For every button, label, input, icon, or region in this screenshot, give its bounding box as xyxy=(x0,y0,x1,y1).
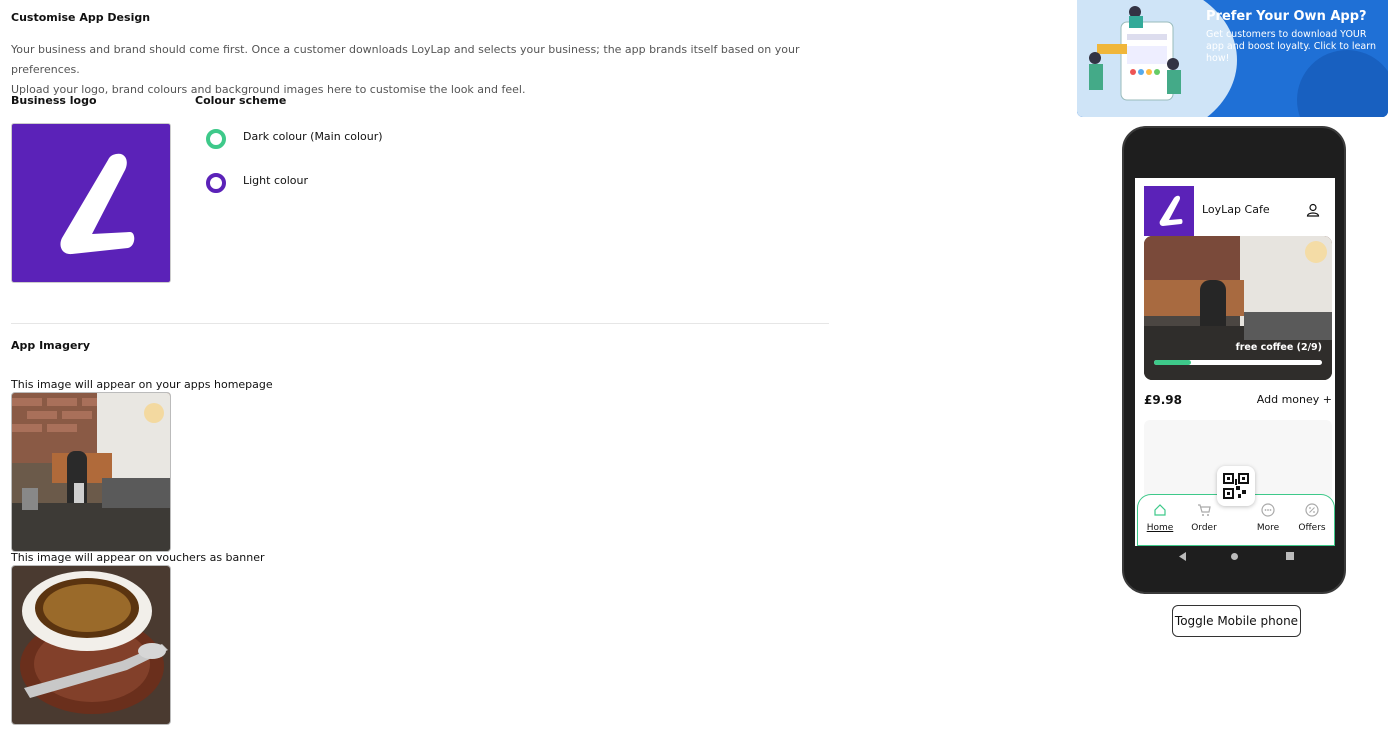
android-home-icon[interactable] xyxy=(1231,553,1238,560)
home-icon xyxy=(1154,504,1166,516)
qr-code-icon xyxy=(1223,473,1249,499)
add-money-button[interactable]: Add money + xyxy=(1257,393,1332,406)
homepage-image-caption: This image will appear on your apps home… xyxy=(11,378,273,391)
cafe-hero-image xyxy=(1144,236,1332,380)
toggle-mobile-phone-button[interactable]: Toggle Mobile phone xyxy=(1172,605,1301,637)
qr-scan-button[interactable] xyxy=(1217,466,1255,506)
page-title: Customise App Design xyxy=(11,11,151,24)
light-colour-swatch[interactable] xyxy=(206,173,226,193)
android-back-icon[interactable] xyxy=(1179,552,1187,561)
cafe-interior-image xyxy=(12,393,170,551)
coffee-cup-image xyxy=(12,566,170,724)
homepage-hero: free coffee (2/9) xyxy=(1144,236,1332,380)
business-logo-upload[interactable] xyxy=(11,123,171,283)
android-recents-icon[interactable] xyxy=(1286,552,1294,560)
nav-home[interactable]: Home xyxy=(1144,523,1176,533)
cart-icon xyxy=(1198,504,1211,516)
app-imagery-heading: App Imagery xyxy=(11,339,90,352)
homepage-image-upload[interactable] xyxy=(11,392,171,552)
user-profile-icon[interactable] xyxy=(1306,203,1320,217)
description: Your business and brand should come firs… xyxy=(11,40,871,100)
loylap-logo-small-icon xyxy=(1159,195,1183,226)
nav-offers[interactable]: Offers xyxy=(1296,523,1328,533)
voucher-image-caption: This image will appear on vouchers as ba… xyxy=(11,551,265,564)
phone-screen: LoyLap Cafe free coffee (2/9) £9.98 Add … xyxy=(1135,178,1335,546)
loylap-logo-icon xyxy=(60,153,135,255)
promo-text: Get customers to download YOUR app and b… xyxy=(1206,29,1376,64)
cafe-name: LoyLap Cafe xyxy=(1202,203,1270,216)
nav-more[interactable]: More xyxy=(1252,523,1284,533)
dark-colour-label: Dark colour (Main colour) xyxy=(243,130,383,143)
reward-progress-fill xyxy=(1154,360,1191,365)
logo-heading: Business logo xyxy=(11,94,97,107)
voucher-image-upload[interactable] xyxy=(11,565,171,725)
phone-preview: LoyLap Cafe free coffee (2/9) £9.98 Add … xyxy=(1120,118,1352,596)
light-colour-label: Light colour xyxy=(243,174,309,187)
dark-colour-swatch[interactable] xyxy=(206,129,226,149)
reward-label: free coffee (2/9) xyxy=(1235,342,1322,353)
more-icon xyxy=(1261,503,1275,517)
balance: £9.98 xyxy=(1144,393,1182,407)
offers-icon xyxy=(1305,503,1319,517)
nav-order[interactable]: Order xyxy=(1188,523,1220,533)
app-logo xyxy=(1144,186,1194,236)
description-line-2: Upload your logo, brand colours and back… xyxy=(11,83,526,96)
section-divider xyxy=(11,323,829,324)
reward-progress-track xyxy=(1154,360,1322,365)
promo-title: Prefer Your Own App? xyxy=(1206,9,1367,24)
description-line-1: Your business and brand should come firs… xyxy=(11,43,800,76)
colour-scheme-heading: Colour scheme xyxy=(195,94,287,107)
phone-frame: LoyLap Cafe free coffee (2/9) £9.98 Add … xyxy=(1122,126,1346,594)
promo-banner[interactable]: Prefer Your Own App? Get customers to do… xyxy=(1077,0,1388,117)
